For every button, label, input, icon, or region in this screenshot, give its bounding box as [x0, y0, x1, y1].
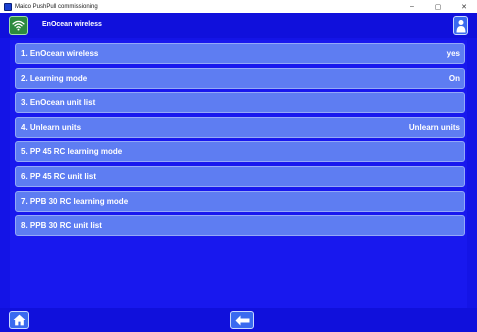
menu-item-learning-mode[interactable]: 2. Learning mode On: [15, 67, 465, 89]
menu-item-value: On: [448, 73, 460, 83]
menu-item-label: 6. PP 45 RC unit list: [21, 171, 96, 181]
app-header: EnOcean wireless: [0, 13, 477, 38]
close-button[interactable]: ✕: [451, 0, 477, 13]
home-icon: [13, 314, 25, 326]
window-title: Maico PushPull commissioning: [15, 3, 98, 10]
menu-item-ppb30-unit-list[interactable]: 8. PPB 30 RC unit list: [15, 215, 465, 237]
back-button[interactable]: [230, 311, 254, 329]
app-icon: [4, 2, 12, 11]
user-button[interactable]: [453, 16, 468, 35]
menu-item-ppb30-learning-mode[interactable]: 7. PPB 30 RC learning mode: [15, 190, 465, 212]
user-icon: [456, 19, 465, 32]
home-button[interactable]: [9, 311, 29, 329]
menu-item-label: 2. Learning mode: [21, 73, 88, 83]
menu-item-unlearn-units[interactable]: 4. Unlearn units Unlearn units: [15, 116, 465, 138]
menu-item-label: 7. PPB 30 RC learning mode: [21, 196, 129, 206]
window-controls: – ▢ ✕: [399, 0, 477, 13]
menu-item-label: 1. EnOcean wireless: [21, 49, 99, 58]
app-footer: [0, 308, 477, 332]
back-arrow-icon: [235, 315, 249, 325]
wifi-button[interactable]: [9, 16, 28, 35]
menu-item-label: 8. PPB 30 RC unit list: [21, 221, 102, 231]
menu-item-label: 4. Unlearn units: [21, 122, 82, 132]
menu-item-enocean-wireless[interactable]: 1. EnOcean wireless yes: [15, 43, 465, 64]
menu-item-value: yes: [446, 49, 460, 58]
menu-item-pp45-learning-mode[interactable]: 5. PP 45 RC learning mode: [15, 141, 465, 163]
menu-item-pp45-unit-list[interactable]: 6. PP 45 RC unit list: [15, 165, 465, 187]
maximize-button[interactable]: ▢: [425, 0, 451, 13]
app-frame: EnOcean wireless 1. EnOcean wireless yes…: [0, 13, 477, 332]
wifi-icon: [12, 20, 25, 31]
menu-item-label: 3. EnOcean unit list: [21, 98, 96, 108]
menu-item-label: 5. PP 45 RC learning mode: [21, 147, 123, 157]
minimize-button[interactable]: –: [399, 0, 425, 13]
page-title: EnOcean wireless: [42, 21, 102, 28]
window-titlebar: Maico PushPull commissioning – ▢ ✕: [0, 0, 477, 13]
content-area: 1. EnOcean wireless yes 2. Learning mode…: [10, 40, 467, 308]
menu-list: 1. EnOcean wireless yes 2. Learning mode…: [15, 43, 465, 240]
menu-item-enocean-unit-list[interactable]: 3. EnOcean unit list: [15, 92, 465, 114]
menu-item-value: Unlearn units: [408, 122, 460, 132]
